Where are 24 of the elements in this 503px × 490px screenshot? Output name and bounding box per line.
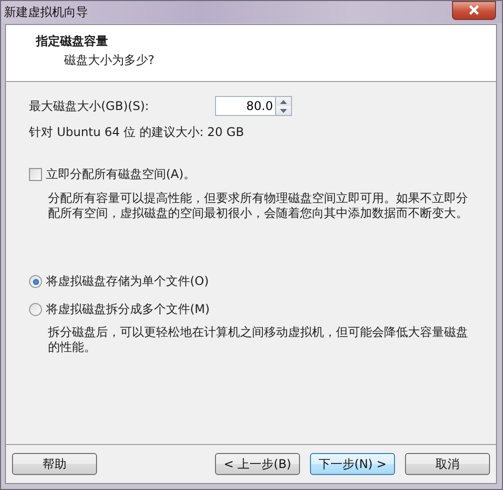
- storage-option-label[interactable]: 将虚拟磁盘存储为单个文件(O): [46, 273, 209, 290]
- page-subtitle: 磁盘大小为多少?: [63, 52, 156, 69]
- allocate-checkbox[interactable]: [29, 168, 42, 181]
- allocate-label[interactable]: 立即分配所有磁盘空间(A)。: [46, 166, 196, 183]
- storage-option-description: 拆分磁盘后，可以更轻松地在计算机之间移动虚拟机，但可能会降低大容量磁盘的性能。: [48, 325, 469, 355]
- spin-up-button[interactable]: [276, 97, 291, 106]
- wizard-button[interactable]: 取消: [405, 453, 490, 475]
- disk-size-field[interactable]: 80.0: [215, 96, 275, 116]
- disk-size-label: 最大磁盘大小(GB)(S):: [29, 98, 150, 114]
- page-title: 指定磁盘容量: [36, 33, 109, 50]
- allocate-description: 分配所有容量可以提高性能，但要求所有物理磁盘空间立即可用。如果不立即分配所有空间，虚拟磁盘的空间最初很小，会随着您向其中添加数据而不断变大。: [48, 191, 469, 221]
- wizard-button[interactable]: < 上一步(B): [215, 453, 300, 475]
- storage-option-label[interactable]: 将虚拟磁盘拆分成多个文件(M): [46, 301, 210, 318]
- storage-radio[interactable]: [29, 303, 42, 316]
- storage-radio[interactable]: [29, 275, 42, 288]
- close-icon: [468, 5, 480, 15]
- spin-down-button[interactable]: [276, 106, 291, 115]
- down-arrow-icon: [280, 108, 287, 112]
- window-title: 新建虚拟机向导: [4, 4, 88, 20]
- recommended-size-text: 针对 Ubuntu 64 位 的建议大小: 20 GB: [29, 124, 245, 141]
- close-button[interactable]: [452, 0, 496, 20]
- wizard-button[interactable]: 下一步(N) >: [310, 453, 395, 475]
- up-arrow-icon: [280, 100, 287, 104]
- wizard-button[interactable]: 帮助: [12, 453, 97, 475]
